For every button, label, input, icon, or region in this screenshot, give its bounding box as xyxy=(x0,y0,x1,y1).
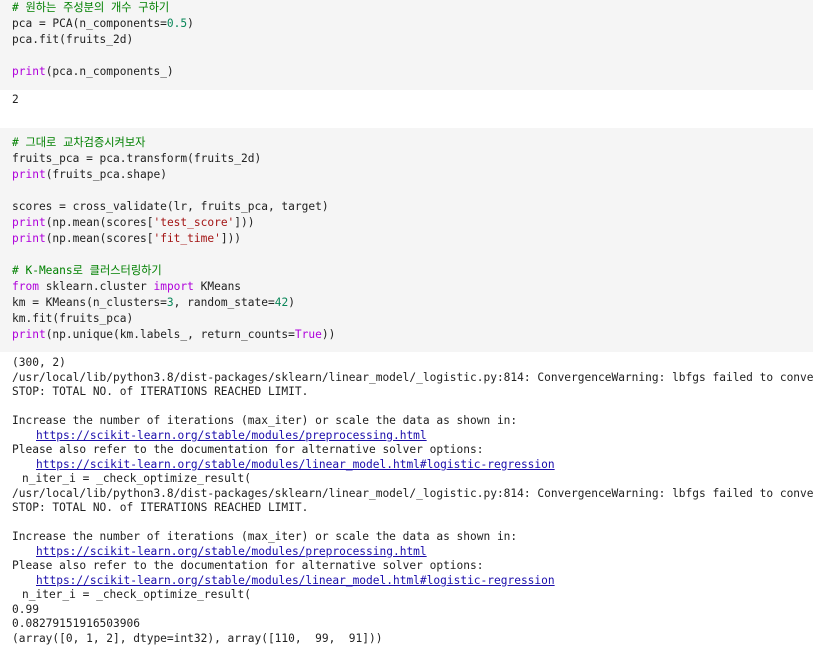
warning-text: /usr/local/lib/python3.8/dist-packages/s… xyxy=(12,486,813,500)
code-text: scores = cross_validate(lr, fruits_pca, … xyxy=(12,200,329,213)
code-comment: # 원하는 주성분의 개수 구하기 xyxy=(12,1,170,14)
output-value: (array([0, 1, 2], dtype=int32), array([1… xyxy=(12,631,383,645)
code-keyword: True xyxy=(294,328,322,341)
output-line: 2 xyxy=(12,92,813,108)
output-line-blank xyxy=(12,516,813,531)
code-text: , random_state= xyxy=(173,296,275,309)
code-text: KMeans xyxy=(193,280,242,293)
logistic-regression-link[interactable]: https://scikit-learn.org/stable/modules/… xyxy=(36,574,555,587)
code-line: fruits_pca = pca.transform(fruits_2d) xyxy=(12,151,813,167)
code-line: km.fit(fruits_pca) xyxy=(12,311,813,327)
output-line: 0.08279151916503906 xyxy=(12,617,813,632)
code-text: ])) xyxy=(234,216,255,229)
preprocessing-link[interactable]: https://scikit-learn.org/stable/modules/… xyxy=(36,545,427,558)
output-line: n_iter_i = _check_optimize_result( xyxy=(12,472,813,487)
code-text: sklearn.cluster xyxy=(38,280,154,293)
output-line: (300, 2) xyxy=(12,356,813,371)
output-line: n_iter_i = _check_optimize_result( xyxy=(12,588,813,603)
code-text: pca = PCA(n_components= xyxy=(12,17,167,30)
output-line: STOP: TOTAL NO. of ITERATIONS REACHED LI… xyxy=(12,385,813,400)
output-text: STOP: TOTAL NO. of ITERATIONS REACHED LI… xyxy=(12,501,309,514)
output-line: 0.99 xyxy=(12,603,813,618)
code-number: 3 xyxy=(166,296,174,309)
output-value: 0.99 xyxy=(12,602,39,616)
output-line: Please also refer to the documentation f… xyxy=(12,559,813,574)
code-keyword: import xyxy=(153,280,194,293)
warning-line: /usr/local/lib/python3.8/dist-packages/s… xyxy=(12,487,813,502)
code-comment: # 그대로 교차검증시켜보자 xyxy=(12,136,146,149)
output-value: 2 xyxy=(12,93,19,106)
output-line: https://scikit-learn.org/stable/modules/… xyxy=(12,429,813,444)
code-text: ])) xyxy=(220,232,242,245)
code-comment: # K-Means로 클러스터링하기 xyxy=(12,264,162,277)
code-text: (np.unique(km.labels_, return_counts= xyxy=(45,328,295,341)
code-keyword: print xyxy=(12,328,46,341)
code-text: )) xyxy=(321,328,336,341)
code-text: fruits_pca = pca.transform(fruits_2d) xyxy=(12,152,262,165)
code-keyword: print xyxy=(12,168,46,181)
code-number: 42 xyxy=(274,296,289,309)
output-text: STOP: TOTAL NO. of ITERATIONS REACHED LI… xyxy=(12,385,309,398)
code-text: km.fit(fruits_pca) xyxy=(12,312,134,325)
code-text: ) xyxy=(187,17,194,30)
output-text: Please also refer to the documentation f… xyxy=(12,443,484,456)
code-cell-2[interactable]: # 그대로 교차검증시켜보자 fruits_pca = pca.transfor… xyxy=(0,128,813,352)
code-text: (np.mean(scores[ xyxy=(45,232,154,245)
code-line: pca.fit(fruits_2d) xyxy=(12,32,813,48)
code-keyword: print xyxy=(12,232,46,245)
code-line: print(np.mean(scores['fit_time'])) xyxy=(12,231,813,247)
output-text: (300, 2) xyxy=(12,356,66,369)
code-line: print(pca.n_components_) xyxy=(12,64,813,80)
logistic-regression-link[interactable]: https://scikit-learn.org/stable/modules/… xyxy=(36,458,555,471)
code-line: pca = PCA(n_components=0.5) xyxy=(12,16,813,32)
output-cell-2: (300, 2) /usr/local/lib/python3.8/dist-p… xyxy=(0,356,813,662)
code-text: ) xyxy=(288,296,295,309)
output-line: Please also refer to the documentation f… xyxy=(12,443,813,458)
output-text: n_iter_i = _check_optimize_result( xyxy=(22,472,252,485)
code-line: km = KMeans(n_clusters=3, random_state=4… xyxy=(12,295,813,311)
output-line: https://scikit-learn.org/stable/modules/… xyxy=(12,574,813,589)
output-text: Please also refer to the documentation f… xyxy=(12,559,484,572)
output-line: https://scikit-learn.org/stable/modules/… xyxy=(12,458,813,473)
warning-line: /usr/local/lib/python3.8/dist-packages/s… xyxy=(12,371,813,386)
code-string: 'fit_time' xyxy=(153,232,221,245)
warning-text: /usr/local/lib/python3.8/dist-packages/s… xyxy=(12,370,813,384)
code-line: print(np.mean(scores['test_score'])) xyxy=(12,215,813,231)
output-line: Increase the number of iterations (max_i… xyxy=(12,530,813,545)
preprocessing-link[interactable]: https://scikit-learn.org/stable/modules/… xyxy=(36,429,427,442)
code-line: # 그대로 교차검증시켜보자 xyxy=(12,135,813,151)
code-line: # 원하는 주성분의 개수 구하기 xyxy=(12,0,813,16)
code-line: print(np.unique(km.labels_, return_count… xyxy=(12,327,813,343)
output-text: Increase the number of iterations (max_i… xyxy=(12,414,518,427)
output-line-blank xyxy=(12,400,813,415)
output-line: https://scikit-learn.org/stable/modules/… xyxy=(12,545,813,560)
output-line: Increase the number of iterations (max_i… xyxy=(12,414,813,429)
code-number: 0.5 xyxy=(166,17,188,30)
code-keyword: print xyxy=(12,216,46,229)
code-line: scores = cross_validate(lr, fruits_pca, … xyxy=(12,199,813,215)
output-cell-1: 2 xyxy=(0,92,813,128)
code-line: from sklearn.cluster import KMeans xyxy=(12,279,813,295)
output-value: 0.08279151916503906 xyxy=(12,617,140,630)
code-keyword: from xyxy=(12,280,39,293)
output-line: (array([0, 1, 2], dtype=int32), array([1… xyxy=(12,632,813,647)
code-text: (np.mean(scores[ xyxy=(45,216,154,229)
code-text: (fruits_pca.shape) xyxy=(45,168,167,181)
code-line: # K-Means로 클러스터링하기 xyxy=(12,263,813,279)
output-line: STOP: TOTAL NO. of ITERATIONS REACHED LI… xyxy=(12,501,813,516)
code-string: 'test_score' xyxy=(153,216,235,229)
output-text: n_iter_i = _check_optimize_result( xyxy=(22,588,252,601)
code-text: pca.fit(fruits_2d) xyxy=(12,33,134,46)
output-text: Increase the number of iterations (max_i… xyxy=(12,530,518,543)
code-keyword: print xyxy=(12,65,46,78)
code-line: print(fruits_pca.shape) xyxy=(12,167,813,183)
code-text: km = KMeans(n_clusters= xyxy=(12,296,167,309)
code-text: (pca.n_components_) xyxy=(45,65,174,78)
code-cell-1[interactable]: # 원하는 주성분의 개수 구하기 pca = PCA(n_components… xyxy=(0,0,813,90)
